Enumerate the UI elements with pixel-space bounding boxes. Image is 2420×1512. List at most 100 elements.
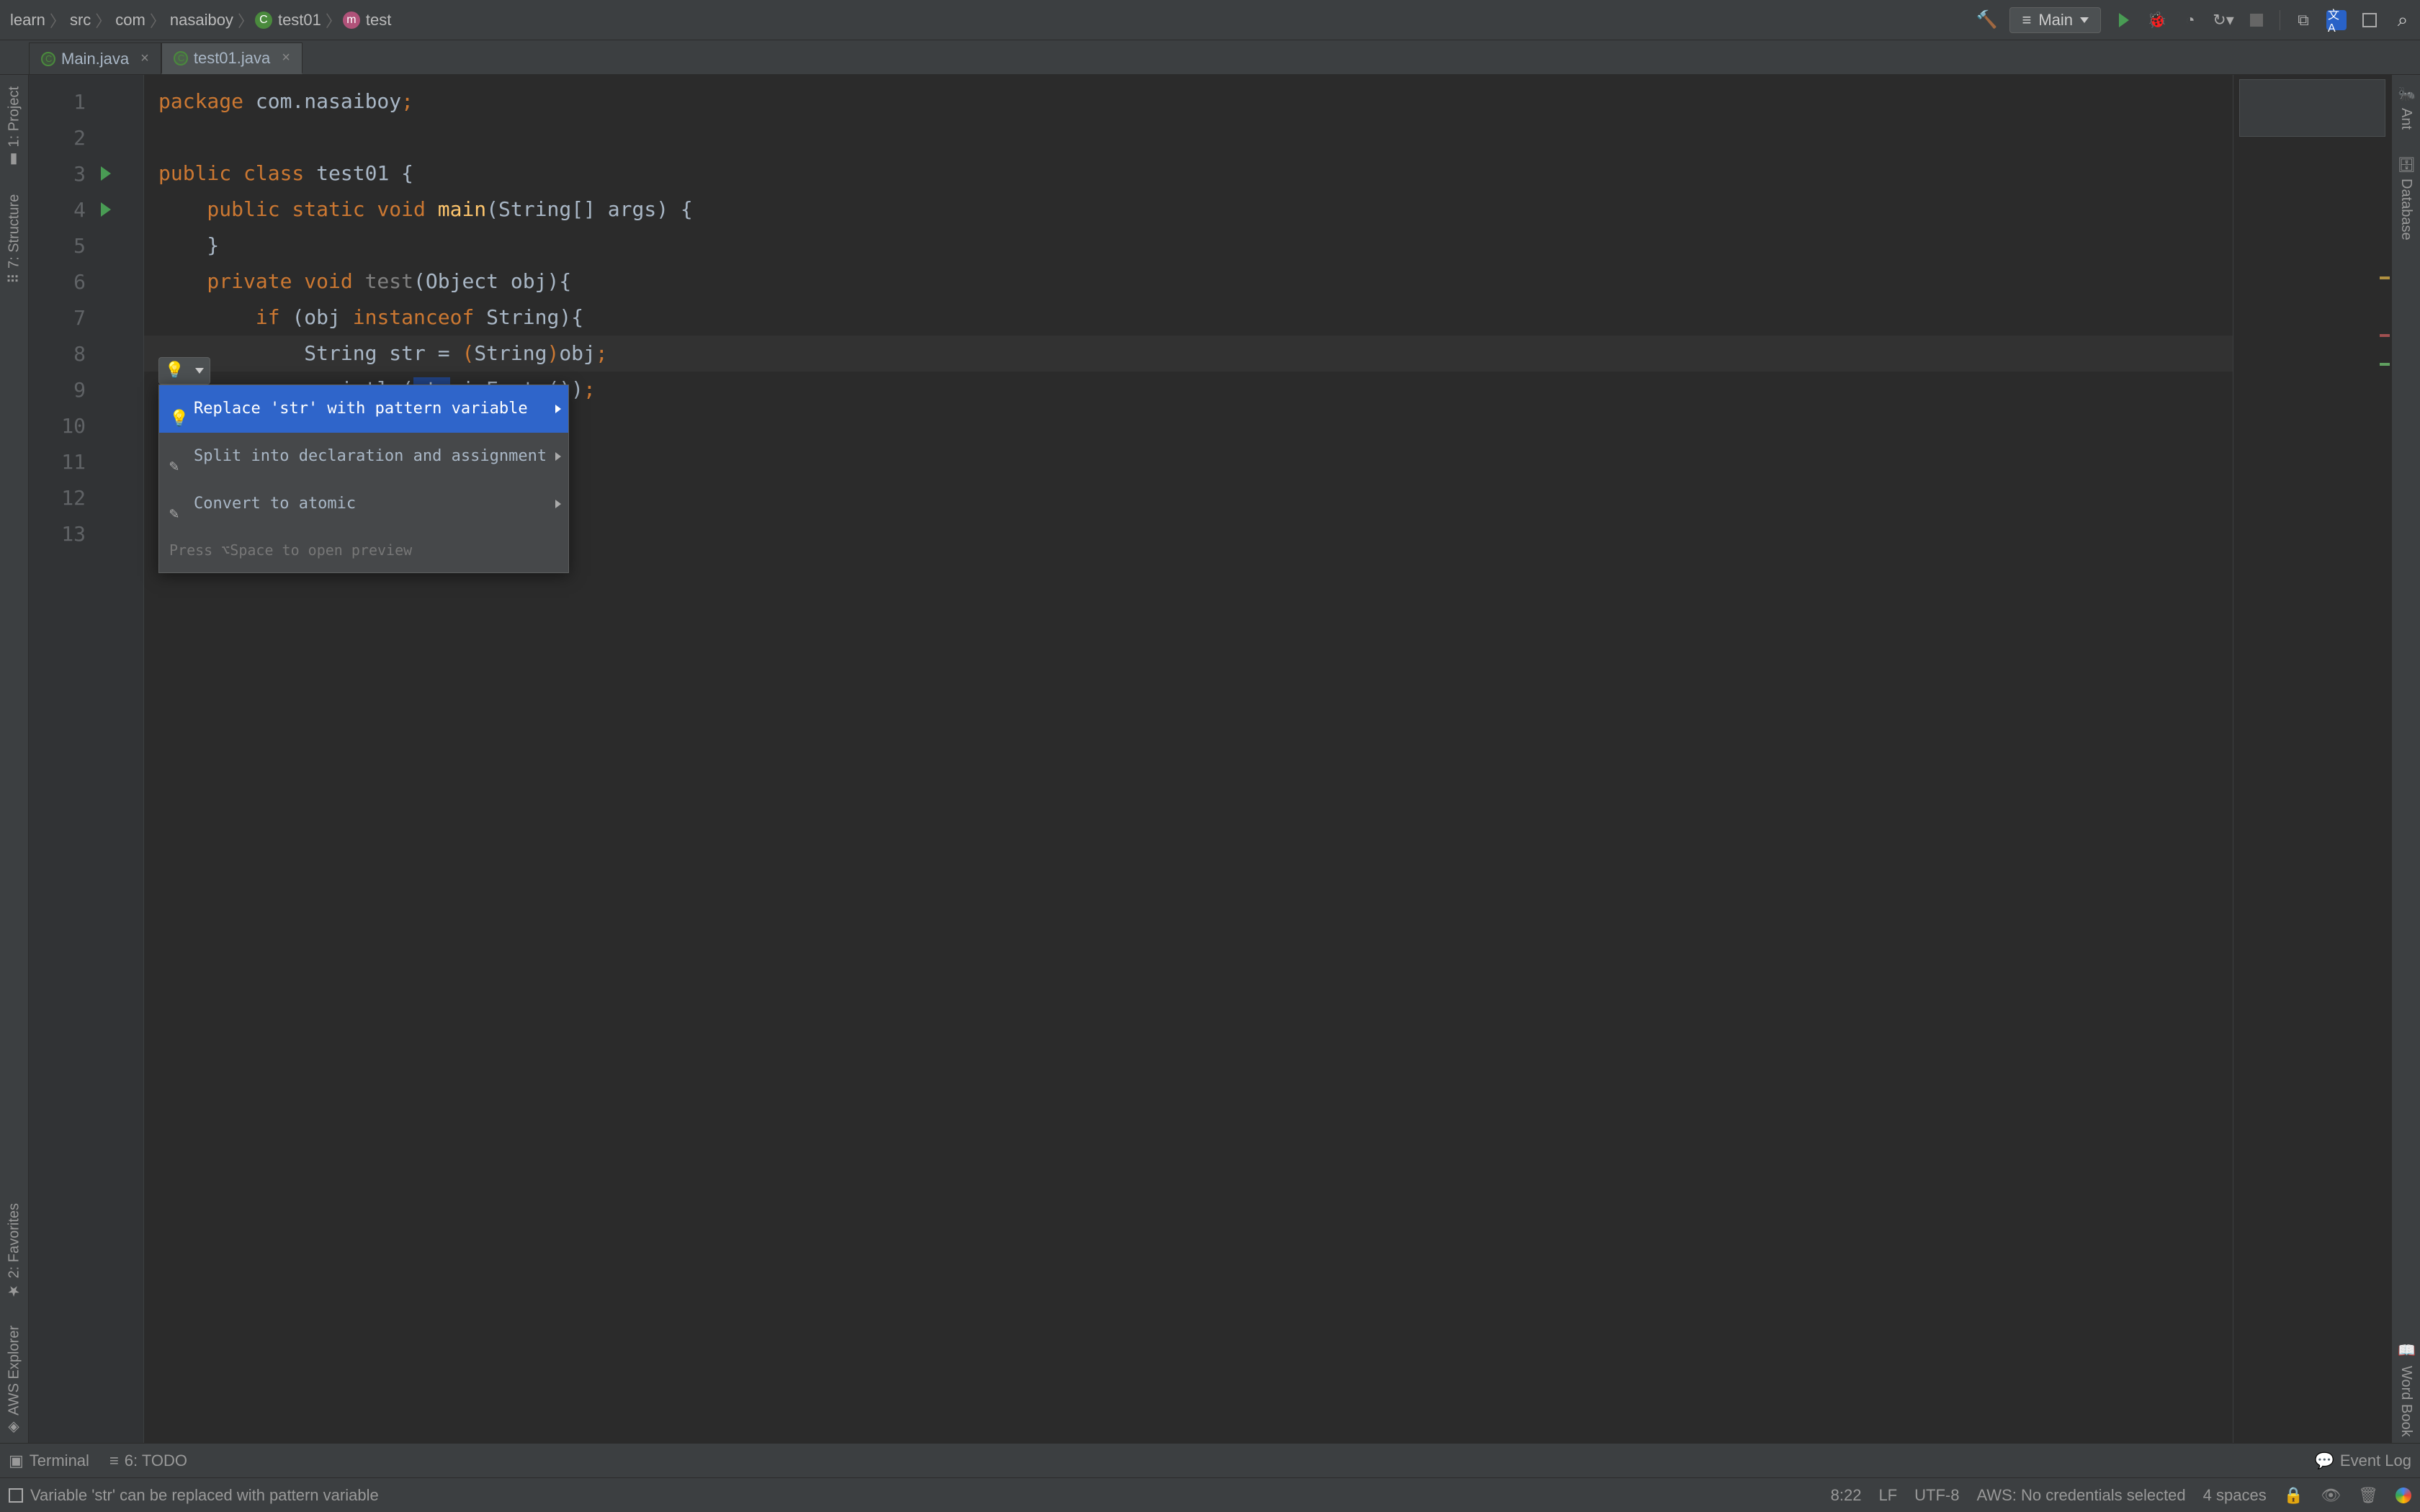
inspection-icon[interactable]: 👁	[2321, 1486, 2341, 1505]
intention-item-split[interactable]: ✎ Split into declaration and assignment	[159, 433, 568, 480]
code-line[interactable]: private void test(Object obj){	[144, 264, 2233, 300]
tool-label: Database	[2398, 179, 2414, 240]
breadcrumb-item[interactable]: src	[70, 11, 91, 30]
editor-scrollbar[interactable]	[2233, 75, 2391, 1443]
gutter-line[interactable]: 7	[29, 300, 143, 336]
intention-icon: ✎	[169, 496, 185, 512]
gutter[interactable]: 1 2 3 4 5 6 7 8 9 10 11 12 13	[29, 75, 144, 1443]
favorites-tool-button[interactable]: ★ 2: Favorites	[6, 1197, 23, 1305]
editor-area: 1 2 3 4 5 6 7 8 9 10 11 12 13 package co…	[29, 75, 2391, 1443]
code-line[interactable]: }	[144, 228, 2233, 264]
git-button[interactable]: ⧉	[2293, 10, 2313, 30]
gutter-line[interactable]: 5	[29, 228, 143, 264]
intention-popup: 💡 Replace 'str' with pattern variable ✎ …	[158, 384, 569, 573]
tool-label: Event Log	[2340, 1452, 2411, 1470]
warning-marker[interactable]	[2380, 276, 2390, 279]
breadcrumb-sep: 〉	[95, 9, 111, 32]
structure-tool-button[interactable]: ⠿ 7: Structure	[6, 189, 23, 289]
stop-button[interactable]	[2246, 10, 2267, 30]
run-gutter-icon[interactable]	[101, 202, 111, 217]
error-marker[interactable]	[2380, 334, 2390, 337]
status-message: Variable 'str' can be replaced with patt…	[9, 1486, 1831, 1505]
run-gutter-icon[interactable]	[101, 166, 111, 181]
memory-icon[interactable]: 🗑	[2358, 1486, 2378, 1505]
aws-explorer-tool-button[interactable]: ◈ AWS Explorer	[6, 1320, 23, 1443]
gutter-line[interactable]: 8	[29, 336, 143, 372]
breadcrumb-item[interactable]: nasaiboy	[170, 11, 233, 30]
debug-button[interactable]: 🐞	[2147, 10, 2167, 30]
code-line[interactable]: public static void main(String[] args) {	[144, 192, 2233, 228]
caret-position[interactable]: 8:22	[1831, 1486, 1862, 1505]
minimap-thumb[interactable]	[2239, 79, 2385, 137]
gutter-line[interactable]: 12	[29, 480, 143, 516]
gutter-line[interactable]: 10	[29, 408, 143, 444]
gutter-line[interactable]: 1	[29, 84, 143, 120]
class-icon: C	[255, 12, 272, 29]
editor-tab[interactable]: Main.java ×	[29, 42, 161, 74]
code-line[interactable]: if (obj instanceof String){	[144, 300, 2233, 336]
run-button[interactable]	[2114, 10, 2134, 30]
translate-button[interactable]: 文A	[2326, 10, 2347, 30]
status-text: Variable 'str' can be replaced with patt…	[30, 1486, 379, 1505]
star-icon: ★	[6, 1282, 23, 1300]
database-tool-button[interactable]: 🗄 Database	[2398, 150, 2415, 246]
close-icon[interactable]: ×	[140, 50, 149, 67]
intention-label: Convert to atomic	[194, 486, 356, 522]
play-icon	[2119, 13, 2129, 27]
gutter-line[interactable]: 3	[29, 156, 143, 192]
tool-label: AWS Explorer	[6, 1326, 22, 1416]
terminal-icon: ▣	[9, 1452, 24, 1470]
project-tool-button[interactable]: ▮ 1: Project	[6, 81, 23, 174]
info-marker[interactable]	[2380, 363, 2390, 366]
file-encoding[interactable]: UTF-8	[1914, 1486, 1959, 1505]
breadcrumb-item[interactable]: learn	[10, 11, 45, 30]
ant-tool-button[interactable]: 🐜 Ant	[2398, 81, 2415, 135]
close-icon[interactable]: ×	[282, 50, 290, 66]
tool-window-button[interactable]	[9, 1488, 23, 1503]
event-log-button[interactable]: 💬 Event Log	[2315, 1452, 2411, 1470]
search-everywhere-button[interactable]: ⌕	[2393, 10, 2413, 30]
terminal-tool-button[interactable]: ▣ Terminal	[9, 1452, 89, 1470]
intention-bulb[interactable]: 💡	[158, 357, 210, 384]
tool-label: 6: TODO	[125, 1452, 187, 1470]
left-tool-strip: ▮ 1: Project ⠿ 7: Structure ★ 2: Favorit…	[0, 75, 29, 1443]
intention-item-replace-pattern[interactable]: 💡 Replace 'str' with pattern variable	[159, 385, 568, 433]
code-editor[interactable]: package com.nasaiboy; public class test0…	[144, 75, 2233, 1443]
bulb-icon: 💡	[165, 353, 184, 389]
square-icon	[2362, 13, 2377, 27]
plugin-icon[interactable]	[2396, 1488, 2411, 1503]
run-config-selector[interactable]: ≡ Main	[2009, 7, 2101, 33]
indent-status[interactable]: 4 spaces	[2203, 1486, 2267, 1505]
editor-tab-active[interactable]: test01.java ×	[161, 42, 302, 74]
wordbook-tool-button[interactable]: 📖 Word Book	[2398, 1338, 2415, 1443]
build-icon[interactable]: 🔨	[1976, 10, 1996, 30]
line-separator[interactable]: LF	[1878, 1486, 1897, 1505]
gutter-line[interactable]: 2	[29, 120, 143, 156]
intention-icon: ✎	[169, 449, 185, 464]
gutter-line[interactable]: 11	[29, 444, 143, 480]
code-line[interactable]	[144, 120, 2233, 156]
gutter-line[interactable]: 4	[29, 192, 143, 228]
code-line[interactable]: public class test01 {	[144, 156, 2233, 192]
tool-label: Terminal	[30, 1452, 89, 1470]
gutter-line[interactable]: 9	[29, 372, 143, 408]
breadcrumb[interactable]: learn 〉 src 〉 com 〉 nasaiboy 〉 C test01 …	[7, 9, 1976, 32]
breadcrumb-item[interactable]: test	[366, 11, 391, 30]
coverage-button[interactable]: ◔	[2180, 10, 2200, 30]
aws-status[interactable]: AWS: No credentials selected	[1976, 1486, 2185, 1505]
code-line-current[interactable]: String str = (String)obj;	[144, 336, 2233, 372]
lock-icon[interactable]: 🔒	[2284, 1486, 2303, 1505]
gutter-line[interactable]: 13	[29, 516, 143, 552]
profiler-button[interactable]: ↻▾	[2213, 10, 2233, 30]
ide-scripting-button[interactable]	[2360, 10, 2380, 30]
tool-label: 7: Structure	[6, 194, 22, 269]
chevron-right-icon	[555, 500, 561, 508]
todo-tool-button[interactable]: ≡ 6: TODO	[109, 1452, 187, 1470]
intention-item-atomic[interactable]: ✎ Convert to atomic	[159, 480, 568, 528]
breadcrumb-item[interactable]: com	[115, 11, 145, 30]
code-line[interactable]: package com.nasaiboy;	[144, 84, 2233, 120]
gutter-line[interactable]: 6	[29, 264, 143, 300]
breadcrumb-item[interactable]: test01	[278, 11, 321, 30]
breadcrumb-sep: 〉	[238, 9, 254, 32]
chevron-down-icon	[2080, 17, 2089, 23]
